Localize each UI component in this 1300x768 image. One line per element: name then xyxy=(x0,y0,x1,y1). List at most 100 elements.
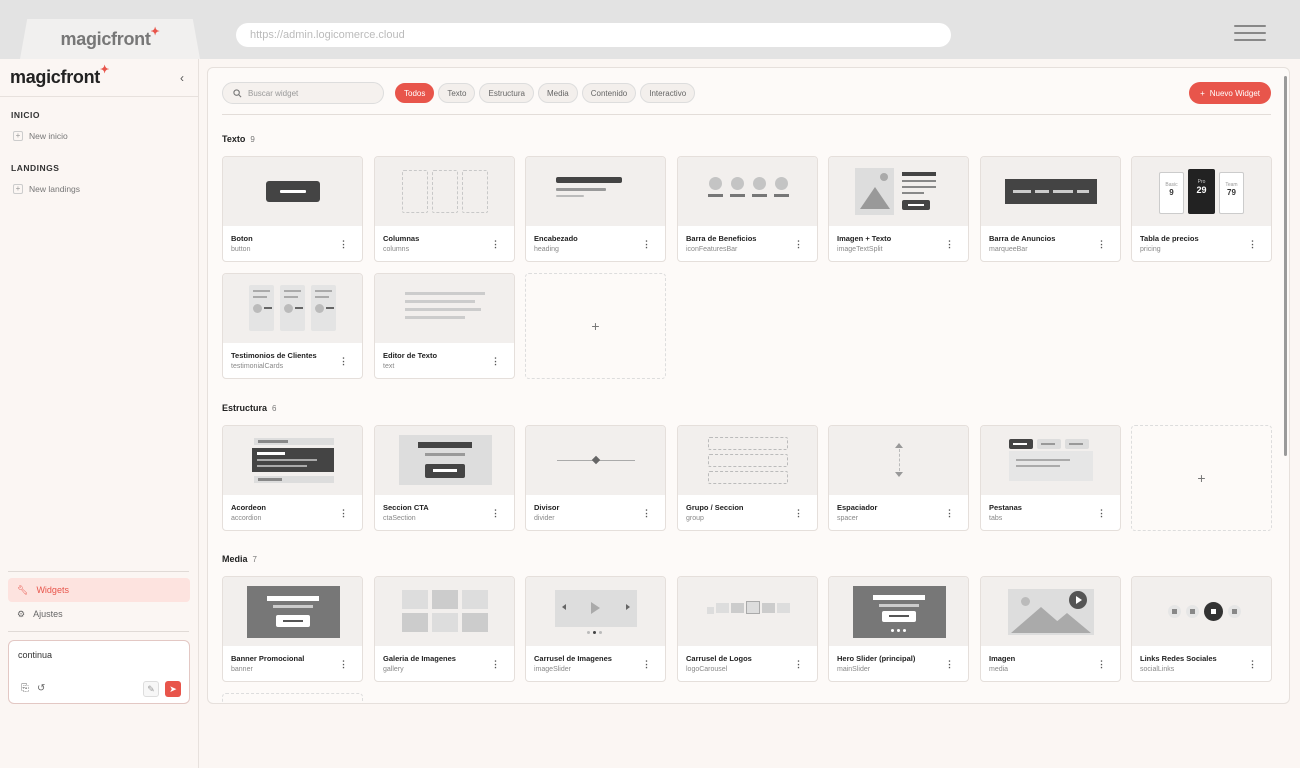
widget-card-testimonialcards[interactable]: Testimonios de Clientes testimonialCards … xyxy=(222,273,363,379)
chevron-left-icon[interactable]: ‹ xyxy=(180,71,184,85)
widget-card-spacer[interactable]: Espaciador spacer ⋮ xyxy=(828,425,969,531)
widget-card-pricing[interactable]: Basic 9 Pro 29 Team 79 Tabla de precios p… xyxy=(1131,156,1272,262)
widget-name: Grupo / Seccion xyxy=(686,503,744,512)
more-icon[interactable]: ⋮ xyxy=(491,508,500,519)
widget-card-sociallinks[interactable]: Links Redes Sociales socialLinks ⋮ xyxy=(1131,576,1272,682)
widget-card-accordion[interactable]: Acordeon accordion ⋮ xyxy=(222,425,363,531)
chat-input[interactable]: continua ⎘ ↺ ✎ ➤ xyxy=(8,640,190,704)
section-title-landings: LANDINGS xyxy=(11,163,60,173)
more-icon[interactable]: ⋮ xyxy=(642,508,651,519)
widget-id: testimonialCards xyxy=(231,363,284,370)
widget-card-text[interactable]: Editor de Texto text ⋮ xyxy=(374,273,515,379)
widget-card-media[interactable]: Imagen media ⋮ xyxy=(980,576,1121,682)
pricing-plan-value: 9 xyxy=(1169,188,1174,197)
widget-card-group[interactable]: Grupo / Seccion group ⋮ xyxy=(677,425,818,531)
more-icon[interactable]: ⋮ xyxy=(1097,508,1106,519)
more-icon[interactable]: ⋮ xyxy=(491,239,500,250)
widget-id: heading xyxy=(534,246,559,253)
widget-preview xyxy=(829,157,968,226)
widget-id: accordion xyxy=(231,515,262,522)
filter-interactivo[interactable]: Interactivo xyxy=(640,83,696,103)
more-icon[interactable]: ⋮ xyxy=(339,356,348,367)
browser-tab[interactable]: magicfront✦ xyxy=(20,19,200,59)
history-icon[interactable]: ↺ xyxy=(37,683,45,694)
pin-button[interactable]: ✎ xyxy=(143,681,159,697)
scrollbar[interactable] xyxy=(1284,76,1287,456)
wrench-icon: 🔧︎ xyxy=(17,584,29,595)
sidebar-item-widgets[interactable]: 🔧︎ Widgets xyxy=(8,578,190,602)
widget-name: Divisor xyxy=(534,503,560,512)
widget-card-mainslider[interactable]: Hero Slider (principal) mainSlider ⋮ xyxy=(828,576,969,682)
tab-logo: magicfront✦ xyxy=(60,25,160,49)
sidebar-item-new-inicio[interactable]: + New inicio xyxy=(0,131,81,141)
add-widget-card-media[interactable] xyxy=(222,693,363,703)
more-icon[interactable]: ⋮ xyxy=(1097,239,1106,250)
filter-media[interactable]: Media xyxy=(537,83,578,103)
widget-card-iconfeaturesbar[interactable]: Barra de Beneficios iconFeaturesBar ⋮ xyxy=(677,156,818,262)
widget-card-marqueebar[interactable]: Barra de Anuncios marqueeBar ⋮ xyxy=(980,156,1121,262)
widget-card-tabs[interactable]: Pestanas tabs ⋮ xyxy=(980,425,1121,531)
widget-name: Links Redes Sociales xyxy=(1140,654,1217,663)
more-icon[interactable]: ⋮ xyxy=(945,508,954,519)
more-icon[interactable]: ⋮ xyxy=(1097,659,1106,670)
more-icon[interactable]: ⋮ xyxy=(491,356,500,367)
more-icon[interactable]: ⋮ xyxy=(794,239,803,250)
widget-name: Imagen xyxy=(989,654,1016,663)
filter-todos[interactable]: Todos xyxy=(395,83,435,103)
search-input[interactable]: Buscar widget xyxy=(222,82,384,104)
widget-card-banner[interactable]: Banner Promocional banner ⋮ xyxy=(222,576,363,682)
more-icon[interactable]: ⋮ xyxy=(794,659,803,670)
widget-card-imageslider[interactable]: Carrusel de Imagenes imageSlider ⋮ xyxy=(525,576,666,682)
more-icon[interactable]: ⋮ xyxy=(339,239,348,250)
filter-estructura[interactable]: Estructura xyxy=(479,83,534,103)
widget-id: spacer xyxy=(837,515,859,522)
more-icon[interactable]: ⋮ xyxy=(339,508,348,519)
menu-icon[interactable] xyxy=(1234,25,1266,41)
add-widget-card-texto[interactable]: + xyxy=(525,273,666,379)
more-icon[interactable]: ⋮ xyxy=(491,659,500,670)
more-icon[interactable]: ⋮ xyxy=(1248,239,1257,250)
sidebar-item-ajustes[interactable]: ⚙ Ajustes xyxy=(8,602,190,626)
more-icon[interactable]: ⋮ xyxy=(642,659,651,670)
widget-card-logocarousel[interactable]: Carrusel de Logos logoCarousel ⋮ xyxy=(677,576,818,682)
widget-card-columns[interactable]: Columnas columns ⋮ xyxy=(374,156,515,262)
widget-id: logoCarousel xyxy=(686,666,728,673)
widget-preview xyxy=(526,157,665,226)
paperclip-icon[interactable]: ⎘ xyxy=(21,683,29,694)
add-widget-card-estructura[interactable]: + xyxy=(1131,425,1272,531)
widget-id: button xyxy=(231,246,251,253)
widget-card-divider[interactable]: Divisor divider ⋮ xyxy=(525,425,666,531)
section-title-texto: Texto 9 xyxy=(222,134,255,144)
divider xyxy=(222,114,1271,115)
send-button[interactable]: ➤ xyxy=(165,681,181,697)
more-icon[interactable]: ⋮ xyxy=(1248,659,1257,670)
widget-name: Galeria de Imagenes xyxy=(383,654,456,663)
widget-name: Tabla de precios xyxy=(1140,234,1199,243)
chat-input-value[interactable]: continua xyxy=(18,650,52,660)
widget-preview xyxy=(375,577,514,646)
widget-preview xyxy=(981,157,1120,226)
more-icon[interactable]: ⋮ xyxy=(642,239,651,250)
widget-name: Acordeon xyxy=(231,503,267,512)
more-icon[interactable]: ⋮ xyxy=(794,508,803,519)
section-count: 6 xyxy=(272,404,277,413)
widget-id: mainSlider xyxy=(837,666,871,673)
section-title-label: Estructura xyxy=(222,403,268,413)
url-bar[interactable]: https://admin.logicomerce.cloud xyxy=(236,23,951,47)
new-widget-button[interactable]: + Nuevo Widget xyxy=(1189,82,1271,104)
gear-icon: ⚙ xyxy=(17,608,26,619)
plus-icon: + xyxy=(13,131,23,141)
more-icon[interactable]: ⋮ xyxy=(945,659,954,670)
more-icon[interactable]: ⋮ xyxy=(339,659,348,670)
widget-card-imagetextsplit[interactable]: Imagen + Texto imageTextSplit ⋮ xyxy=(828,156,969,262)
more-icon[interactable]: ⋮ xyxy=(945,239,954,250)
widget-name: Carrusel de Imagenes xyxy=(534,654,612,663)
widget-card-ctasection[interactable]: Seccion CTA ctaSection ⋮ xyxy=(374,425,515,531)
sidebar-item-new-landings[interactable]: + New landings xyxy=(0,184,93,194)
widget-card-button[interactable]: Boton button ⋮ xyxy=(222,156,363,262)
filter-texto[interactable]: Texto xyxy=(438,83,476,103)
filter-contenido[interactable]: Contenido xyxy=(581,83,637,103)
widget-card-gallery[interactable]: Galeria de Imagenes gallery ⋮ xyxy=(374,576,515,682)
widget-id: marqueeBar xyxy=(989,246,1028,253)
widget-card-heading[interactable]: Encabezado heading ⋮ xyxy=(525,156,666,262)
